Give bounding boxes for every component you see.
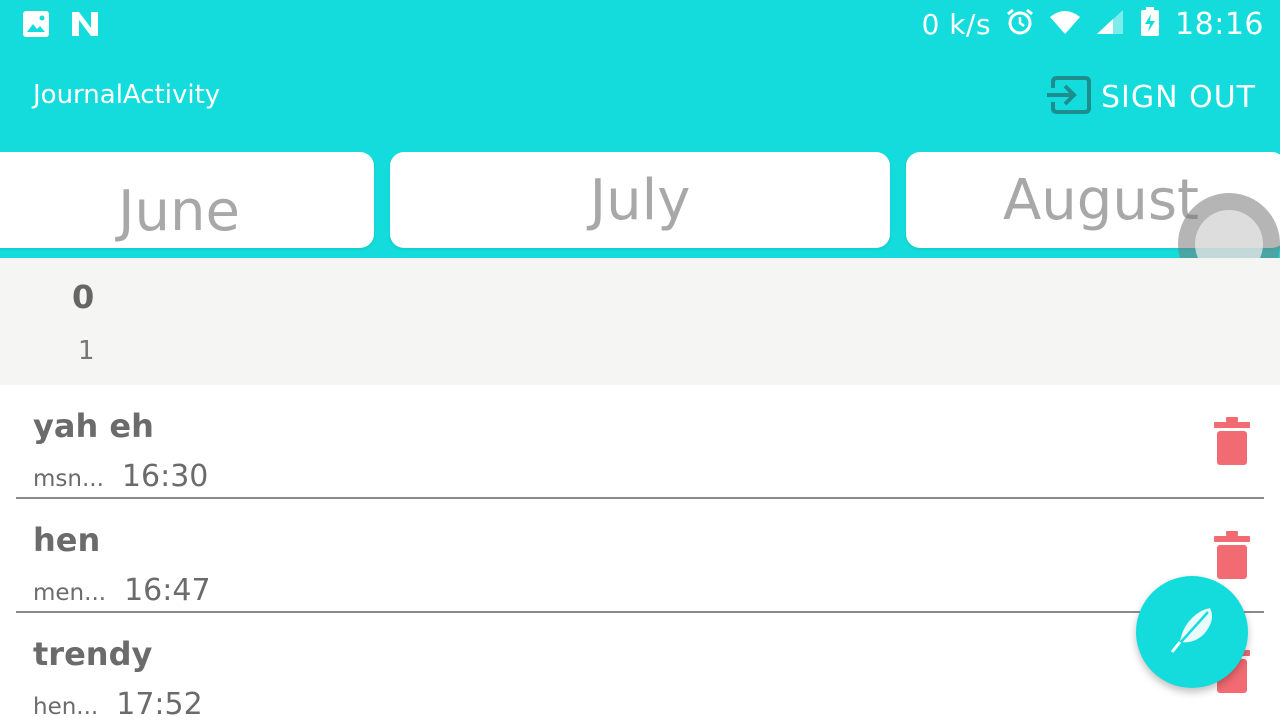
n-icon	[70, 10, 100, 42]
month-label: June	[118, 178, 240, 244]
page-title: JournalActivity	[33, 80, 221, 110]
entry-title: trendy	[33, 635, 153, 673]
image-icon	[22, 10, 50, 42]
entry-time: 16:47	[124, 573, 211, 608]
status-right: 0 k/s 18:16	[922, 6, 1264, 42]
entry-meta: hen... 17:52	[33, 687, 203, 722]
month-label: August	[1003, 167, 1199, 233]
new-entry-button[interactable]	[1136, 576, 1248, 688]
entry-meta: msn... 16:30	[33, 459, 208, 494]
battery-charging-icon	[1139, 7, 1161, 41]
network-speed: 0 k/s	[921, 7, 992, 41]
entry-title: hen	[33, 521, 101, 559]
exit-icon	[1043, 70, 1093, 124]
entry-preview: men...	[33, 580, 107, 606]
trash-icon[interactable]	[1214, 417, 1250, 469]
summary-subtitle: 1	[78, 336, 95, 366]
entry-title: yah eh	[33, 407, 154, 445]
month-label: July	[589, 167, 691, 233]
entry-time: 16:30	[121, 459, 209, 494]
entry-time: 17:52	[116, 687, 203, 722]
feather-icon	[1164, 602, 1220, 662]
trash-icon[interactable]	[1214, 531, 1250, 583]
list-item[interactable]: hen men... 16:47	[0, 499, 1280, 613]
month-tabs: June July August	[0, 148, 1280, 258]
signal-icon	[1095, 8, 1125, 40]
month-summary: 0 1	[0, 258, 1280, 385]
wifi-icon	[1049, 8, 1081, 40]
clock: 18:16	[1175, 6, 1264, 42]
entry-preview: msn...	[33, 466, 104, 492]
month-tab-june[interactable]: June	[0, 152, 374, 248]
month-tab-july[interactable]: July	[390, 152, 890, 248]
entry-meta: men... 16:47	[33, 573, 211, 608]
app-bar: JournalActivity SIGN OUT	[0, 48, 1280, 148]
sign-out-button[interactable]: SIGN OUT	[1043, 70, 1256, 124]
summary-count: 0	[72, 278, 95, 316]
alarm-icon	[1005, 7, 1035, 41]
status-left	[22, 10, 100, 42]
status-bar: 0 k/s 18:16	[0, 0, 1280, 48]
entry-preview: hen...	[33, 694, 99, 720]
sign-out-label: SIGN OUT	[1100, 79, 1256, 115]
list-item[interactable]: yah eh msn... 16:30	[0, 385, 1280, 499]
list-item[interactable]: trendy hen... 17:52	[0, 613, 1280, 722]
